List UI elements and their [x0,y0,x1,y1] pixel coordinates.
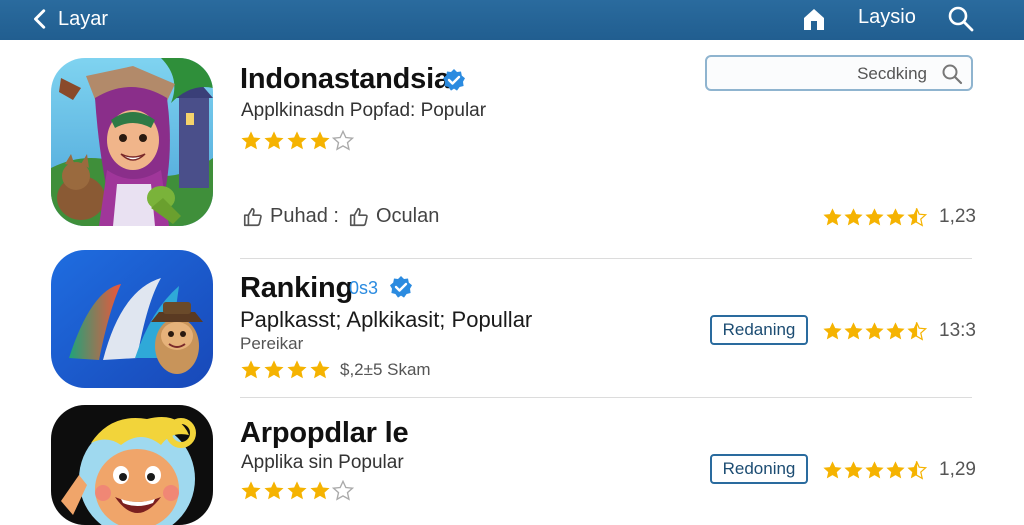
back-label: Layar [58,7,109,30]
verified-badge-icon [443,69,465,91]
star-icon [310,481,330,500]
star-icon [886,321,905,339]
app-icon-arpopdlar[interactable] [51,405,213,525]
app-star-rating [240,130,354,152]
divider [240,258,972,259]
star-icon [264,481,284,500]
divider [240,397,972,398]
action-label: Puhad : [270,205,339,227]
app-star-rating [240,359,331,381]
star-icon [287,360,307,379]
ranking-button[interactable]: Redoning [710,454,808,484]
thumbs-up-icon [243,207,262,226]
star-icon [241,131,261,150]
rating-value: 1,23 [939,206,976,227]
top-right-label[interactable]: Laysio [858,6,916,29]
star-half-icon [907,460,927,480]
star-icon [264,131,284,150]
star-icon [310,360,330,379]
star-icon [844,321,863,339]
app-title[interactable]: Ranking [240,272,353,305]
star-icon [241,360,261,379]
rating-summary: 13:3 [822,320,976,342]
app-title[interactable]: Indonastandsia [240,63,450,96]
star-half-icon [907,321,927,341]
ranking-button[interactable]: Redaning [710,315,808,345]
app-subtitle-secondary: Pereikar [240,334,304,353]
star-icon [865,460,884,478]
star-icon [241,481,261,500]
star-icon [844,460,863,478]
search-icon[interactable] [941,63,963,85]
star-icon [264,360,284,379]
star-icon [865,321,884,339]
verified-badge-icon [390,276,412,298]
star-icon [823,207,842,225]
action-oculan[interactable]: Oculan [348,205,439,228]
back-button[interactable]: Layar [30,4,108,34]
top-bar: Layar Laysio [0,0,1024,40]
star-icon [886,207,905,225]
action-puhad[interactable]: Puhad : [242,205,339,228]
action-label: Oculan [376,205,440,227]
home-icon[interactable] [800,6,828,32]
star-icon [287,481,307,500]
app-icon-ranking[interactable] [51,250,213,388]
star-icon [310,131,330,150]
rating-summary: 1,23 [822,206,976,228]
star-icon [865,207,884,225]
app-subtitle: Applika sin Popular [241,452,404,473]
rating-summary: 1,29 [822,459,976,481]
app-meta: $,2±5 Skam [340,360,431,379]
star-icon [287,131,307,150]
star-half-icon [907,207,927,227]
app-subtitle: Applkinasdn Popfad: Popular [241,100,487,121]
app-star-rating [240,480,354,502]
star-icon [823,321,842,339]
chevron-left-icon [34,9,46,29]
search-icon[interactable] [946,4,976,34]
title-tag: 0s3 [349,278,379,298]
star-icon [844,207,863,225]
thumbs-up-icon [349,207,368,226]
app-subtitle: Paplkasst; Aplkikasit; Popullar [240,307,533,332]
search-field[interactable] [705,55,973,91]
star-icon [823,460,842,478]
search-input[interactable] [717,61,929,87]
app-title[interactable]: Arpopdlar le [240,417,409,450]
app-icon-indonastandsia[interactable] [51,58,213,226]
star-icon [886,460,905,478]
star-outline-icon [332,480,354,501]
rating-value: 1,29 [939,459,976,480]
rating-value: 13:3 [939,320,976,341]
star-outline-icon [332,130,354,151]
